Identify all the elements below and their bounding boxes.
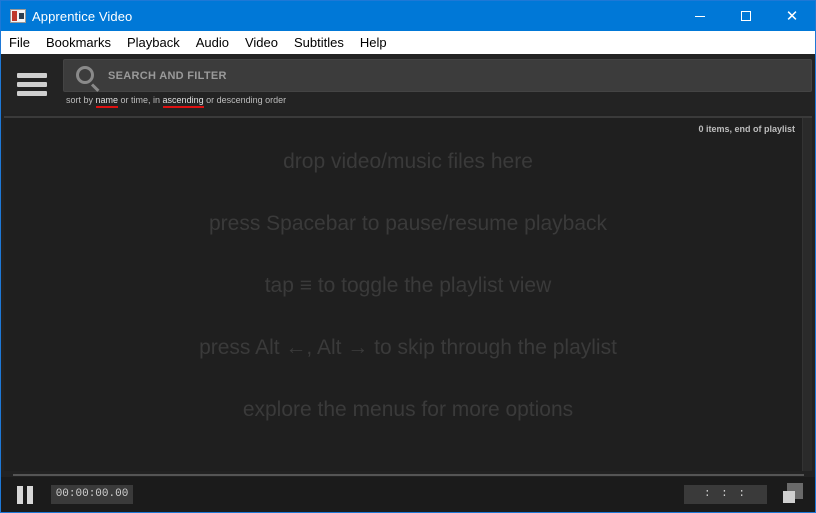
- maximize-icon: [741, 11, 751, 21]
- close-icon: ✕: [785, 7, 799, 25]
- hint-skip: press Alt ←, Alt → to skip through the p…: [199, 336, 617, 359]
- search-input[interactable]: [108, 60, 798, 91]
- playlist-view[interactable]: 0 items, end of playlist drop video/musi…: [4, 116, 812, 471]
- toolbar: sort by name or time, in ascending or de…: [1, 54, 815, 114]
- menu-file[interactable]: File: [1, 31, 38, 54]
- menu-playback[interactable]: Playback: [119, 31, 188, 54]
- sort-hint: sort by name or time, in ascending or de…: [66, 95, 287, 105]
- seek-bar[interactable]: [13, 474, 804, 476]
- menu-subtitles[interactable]: Subtitles: [286, 31, 352, 54]
- resize-icon[interactable]: [783, 483, 803, 503]
- close-button[interactable]: ✕: [769, 1, 815, 31]
- playlist-scrollbar[interactable]: [802, 118, 812, 471]
- duration-display: : : :: [684, 485, 767, 504]
- search-icon: [76, 66, 94, 84]
- hint-toggle-playlist: tap ≡ to toggle the playlist view: [264, 274, 552, 297]
- app-icon: [10, 9, 26, 23]
- search-box[interactable]: [63, 59, 812, 92]
- menu-bookmarks[interactable]: Bookmarks: [38, 31, 119, 54]
- menu-video[interactable]: Video: [237, 31, 286, 54]
- hint-spacebar: press Spacebar to pause/resume playback: [208, 212, 608, 235]
- menu-help[interactable]: Help: [352, 31, 395, 54]
- hint-drop-files: drop video/music files here: [283, 150, 533, 173]
- pause-icon: [17, 486, 23, 504]
- menu-audio[interactable]: Audio: [188, 31, 237, 54]
- maximize-button[interactable]: [723, 1, 769, 31]
- sort-by-name-link[interactable]: name: [96, 95, 119, 105]
- app-window: Apprentice Video ✕ File Bookmarks Playba…: [0, 0, 816, 513]
- minimize-button[interactable]: [677, 1, 723, 31]
- title-bar[interactable]: Apprentice Video ✕: [1, 1, 815, 31]
- menu-bar: File Bookmarks Playback Audio Video Subt…: [1, 31, 815, 54]
- pause-button[interactable]: [17, 486, 35, 504]
- playlist-status: 0 items, end of playlist: [698, 124, 795, 134]
- hamburger-menu-icon[interactable]: [17, 73, 47, 99]
- playback-controls: 00:00:00.00 : : :: [1, 477, 815, 512]
- window-title: Apprentice Video: [32, 8, 133, 24]
- hint-explore-menus: explore the menus for more options: [242, 398, 574, 421]
- current-time: 00:00:00.00: [51, 485, 133, 504]
- minimize-icon: [695, 15, 705, 17]
- sort-ascending-link[interactable]: ascending: [163, 95, 204, 105]
